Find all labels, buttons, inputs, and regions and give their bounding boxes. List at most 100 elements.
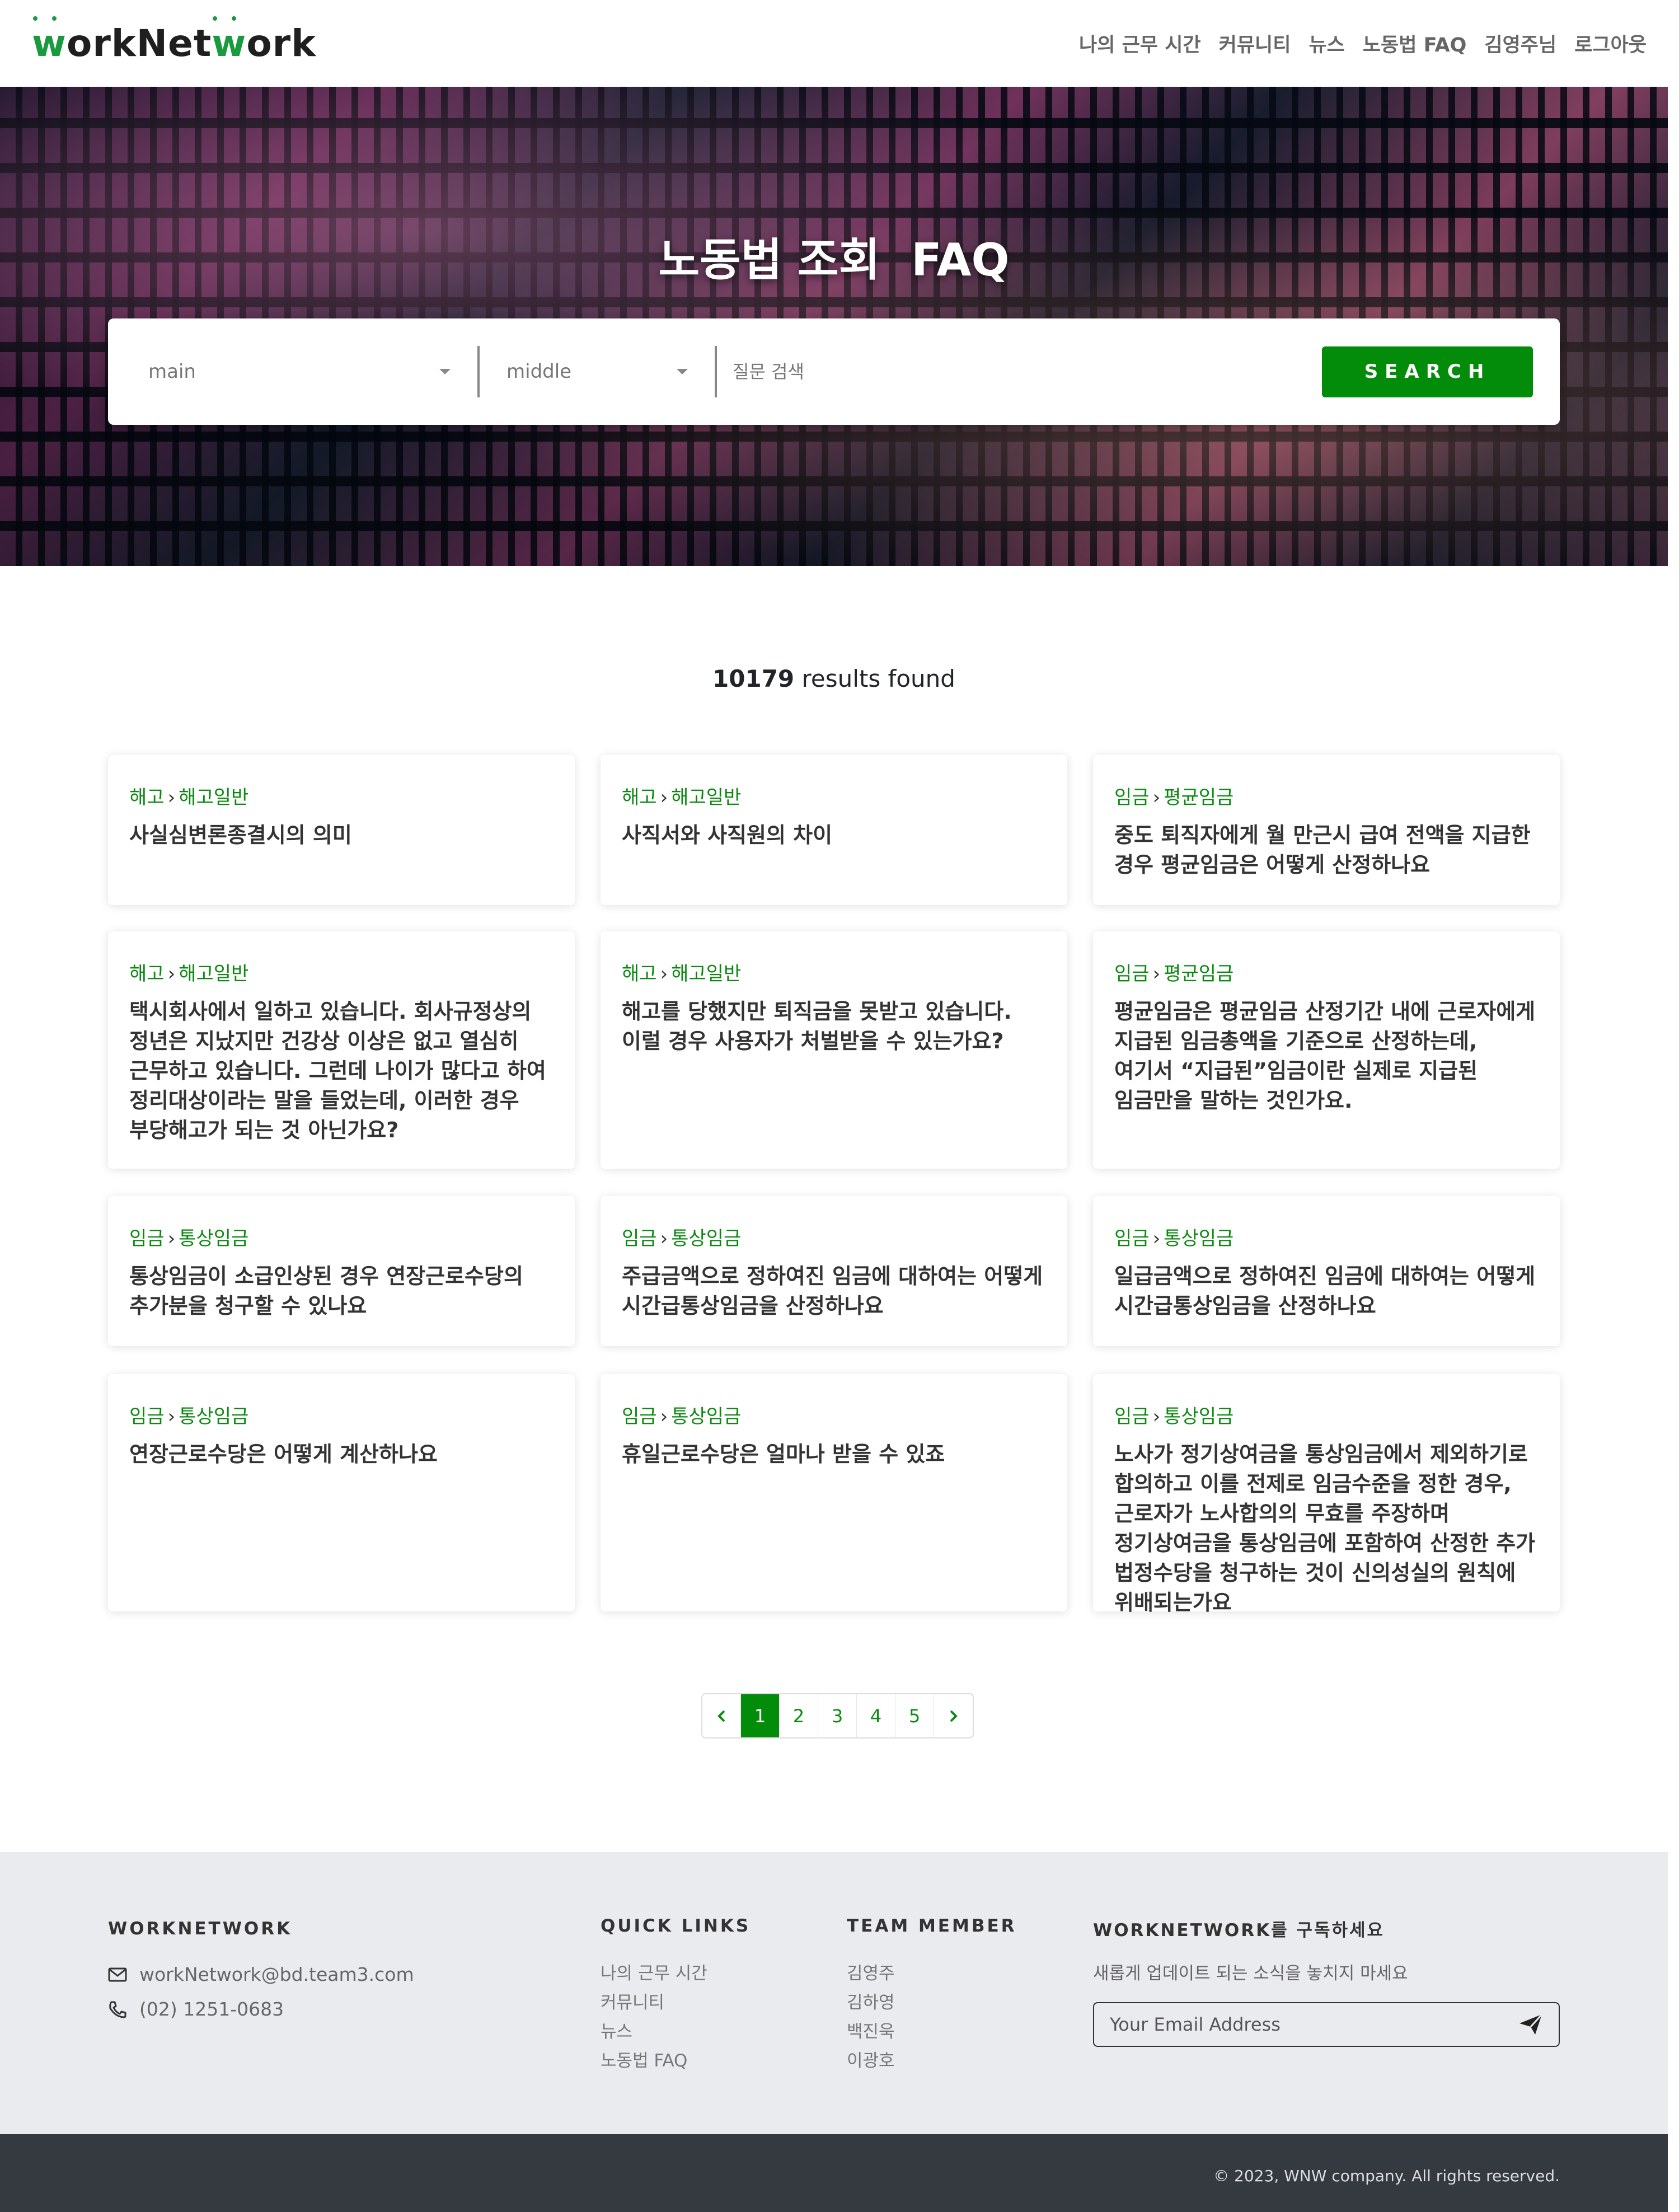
page-2[interactable]: 2	[780, 1694, 818, 1737]
category-main: 임금	[1114, 1227, 1150, 1250]
brand-logo[interactable]: w orkNet w ork	[32, 16, 317, 65]
page-4[interactable]: 4	[857, 1694, 895, 1737]
chevron-left-icon	[717, 1710, 725, 1722]
card-title: 휴일근로수당은 얼마나 받을 수 있죠	[622, 1442, 945, 1466]
page-next-button[interactable]	[934, 1694, 973, 1737]
faq-card[interactable]: 임금 › 통상임금 노사가 정기상여금을 통상임금에서 제외하기로 합의하고 이를 …	[1093, 1374, 1560, 1615]
faq-card[interactable]: 임금 › 통상임금 통상임금이 소급인상된 경우 연장근로수당의 추가분을 청구할 …	[108, 1196, 575, 1346]
category-sub: 평균임금	[1164, 963, 1234, 985]
card-title: 사직서와 사직원의 차이	[622, 823, 833, 847]
category-main: 임금	[1114, 786, 1150, 809]
card-category: 임금 › 통상임금	[1114, 1401, 1539, 1428]
faq-card[interactable]: 해고 › 해고일반 사직서와 사직원의 차이	[601, 755, 1067, 905]
logo-text-ork2: ork	[246, 22, 317, 65]
chevron-right-icon: ›	[167, 786, 176, 809]
faq-card[interactable]: 해고 › 해고일반 사실심변론종결시의 의미	[108, 755, 575, 905]
faq-card[interactable]: 임금 › 통상임금 일급금액으로 정하여진 임금에 대하여는 어떻게 시간급통상임금…	[1093, 1196, 1560, 1346]
copyright-bar: © 2023, WNW company. All rights reserved…	[0, 2134, 1668, 2212]
card-category: 임금 › 통상임금	[1114, 1223, 1539, 1250]
caret-down-icon	[439, 369, 451, 374]
page-3[interactable]: 3	[818, 1694, 857, 1737]
category-main: 임금	[129, 1227, 165, 1250]
category-sub: 해고일반	[671, 963, 742, 985]
category-sub: 통상임금	[1164, 1227, 1234, 1250]
footer	[0, 1852, 1668, 2134]
category-main: 임금	[1114, 1405, 1150, 1428]
logo-letter-w2: w	[212, 16, 246, 65]
team-member-name: 백진욱	[847, 2022, 895, 2042]
category-sub: 통상임금	[1164, 1405, 1234, 1428]
card-category: 해고 › 해고일반	[129, 958, 554, 986]
middle-category-select[interactable]: middle	[480, 346, 715, 397]
faq-card[interactable]: 임금 › 통상임금 주급금액으로 정하여진 임금에 대하여는 어떻게 시간급통상임금…	[601, 1196, 1067, 1346]
subscribe-description: 새롭게 업데이트 되는 소식을 놓치지 마세요	[1093, 1963, 1408, 1984]
card-title: 노사가 정기상여금을 통상임금에서 제외하기로 합의하고 이를 전제로 임금수준…	[1114, 1442, 1536, 1615]
category-main: 해고	[622, 786, 657, 809]
phone-icon	[109, 2001, 126, 2018]
chevron-right-icon: ›	[1152, 963, 1161, 985]
card-title: 중도 퇴직자에게 월 만근시 급여 전액을 지급한 경우 평균임금은 어떻게 산…	[1114, 823, 1531, 877]
chevron-right-icon: ›	[1152, 786, 1161, 809]
faq-card[interactable]: 해고 › 해고일반 택시회사에서 일하고 있습니다. 회사규정상의 정년은 지났지만…	[108, 931, 575, 1169]
chevron-right-icon	[950, 1710, 958, 1722]
nav-link-work-hours[interactable]: 나의 근무 시간	[1070, 29, 1210, 58]
footer-link-news[interactable]: 뉴스	[601, 2017, 632, 2042]
footer-email: workNetwork@bd.team3.com	[108, 1963, 414, 1985]
logo-letter-w1: w	[32, 16, 67, 65]
subscribe-heading: WORKNETWORK를 구독하세요	[1093, 1920, 1385, 1941]
search-button[interactable]: SEARCH	[1322, 346, 1533, 397]
category-main: 임금	[1114, 963, 1150, 985]
faq-card[interactable]: 임금 › 평균임금 평균임금은 평균임금 산정기간 내에 근로자에게 지급된 임금총…	[1093, 931, 1560, 1169]
chevron-right-icon: ›	[660, 786, 668, 809]
page-prev-button[interactable]	[702, 1694, 741, 1737]
search-form: main middle SEARCH	[108, 318, 1560, 425]
subscribe-form	[1093, 2002, 1560, 2047]
footer-phone: (02) 1251-0683	[108, 1998, 284, 2020]
footer-link-faq[interactable]: 노동법 FAQ	[601, 2046, 687, 2072]
card-category: 임금 › 통상임금	[129, 1223, 554, 1250]
category-sub: 통상임금	[671, 1405, 742, 1428]
navbar: w orkNet w ork 나의 근무 시간 커뮤니티 뉴스 노동법 FAQ 김영주…	[0, 0, 1668, 87]
team-member-name: 김하영	[847, 1993, 895, 2013]
email-text: workNetwork@bd.team3.com	[139, 1963, 414, 1985]
category-sub: 해고일반	[671, 786, 742, 809]
category-sub: 통상임금	[671, 1227, 742, 1250]
page-1[interactable]: 1	[741, 1694, 780, 1737]
scrollbar-gutter	[1668, 0, 1679, 2212]
card-category: 해고 › 해고일반	[129, 782, 554, 809]
chevron-right-icon: ›	[1152, 1405, 1161, 1428]
nav-link-logout[interactable]: 로그아웃	[1565, 29, 1655, 58]
faq-card[interactable]: 임금 › 평균임금 중도 퇴직자에게 월 만근시 급여 전액을 지급한 경우 평균임…	[1093, 755, 1560, 905]
card-category: 해고 › 해고일반	[622, 958, 1046, 986]
nav-link-faq[interactable]: 노동법 FAQ	[1354, 29, 1476, 58]
subscribe-email-input[interactable]	[1110, 2014, 1518, 2035]
nav-link-user[interactable]: 김영주님	[1475, 29, 1565, 58]
card-title: 택시회사에서 일하고 있습니다. 회사규정상의 정년은 지났지만 건강상 이상은…	[129, 999, 546, 1142]
main-category-select[interactable]: main	[108, 346, 477, 397]
card-category: 임금 › 통상임금	[622, 1401, 1046, 1428]
faq-card[interactable]: 해고 › 해고일반 해고를 당했지만 퇴직금을 못받고 있습니다. 이럴 경우 사용…	[601, 931, 1067, 1169]
footer-link-work-hours[interactable]: 나의 근무 시간	[601, 1959, 707, 1984]
chevron-right-icon: ›	[167, 963, 176, 985]
chevron-right-icon: ›	[660, 963, 668, 985]
footer-link-community[interactable]: 커뮤니티	[601, 1988, 664, 2013]
card-title: 일급금액으로 정하여진 임금에 대하여는 어떻게 시간급통상임금을 산정하나요	[1114, 1264, 1536, 1318]
nav-links: 나의 근무 시간 커뮤니티 뉴스 노동법 FAQ 김영주님 로그아웃	[1070, 29, 1655, 58]
card-title: 연장근로수당은 어떻게 계산하나요	[129, 1442, 438, 1466]
faq-card[interactable]: 임금 › 통상임금 연장근로수당은 어떻게 계산하나요	[108, 1374, 575, 1611]
card-title: 사실심변론종결시의 의미	[129, 823, 352, 847]
faq-card[interactable]: 임금 › 통상임금 휴일근로수당은 얼마나 받을 수 있죠	[601, 1374, 1067, 1611]
page-5[interactable]: 5	[895, 1694, 934, 1737]
category-main: 해고	[129, 963, 165, 985]
results-number: 10179	[712, 665, 795, 692]
chevron-right-icon: ›	[1152, 1227, 1161, 1250]
category-main: 해고	[622, 963, 657, 985]
results-count: 10179 results found	[0, 665, 1668, 692]
card-title: 해고를 당했지만 퇴직금을 못받고 있습니다. 이럴 경우 사용자가 처벌받을 …	[622, 999, 1012, 1053]
nav-link-community[interactable]: 커뮤니티	[1210, 29, 1300, 58]
category-main: 임금	[622, 1405, 657, 1428]
nav-link-news[interactable]: 뉴스	[1300, 29, 1353, 58]
send-icon[interactable]	[1518, 2013, 1543, 2036]
category-sub: 해고일반	[179, 963, 249, 985]
search-input[interactable]	[717, 346, 1322, 397]
